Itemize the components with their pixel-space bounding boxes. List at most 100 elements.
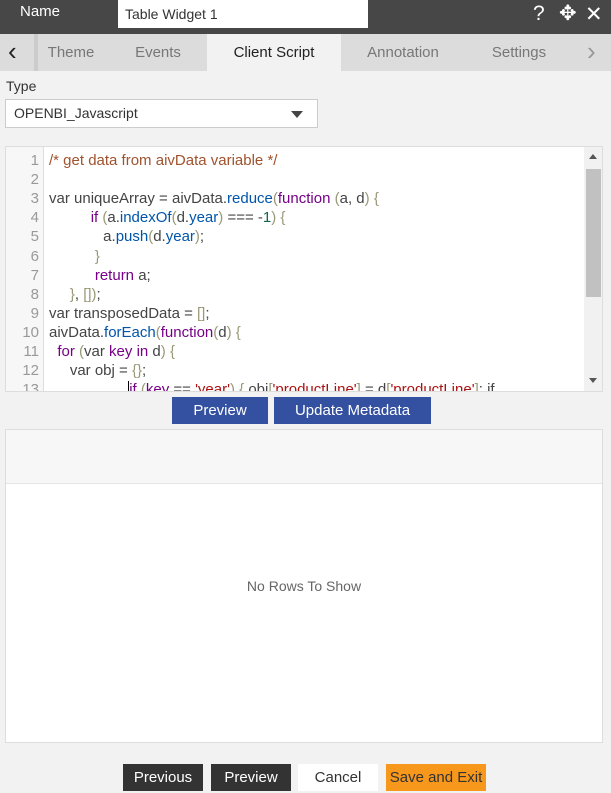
- type-label: Type: [6, 78, 37, 94]
- save-and-exit-button[interactable]: Save and Exit: [386, 764, 486, 791]
- scrollbar-thumb[interactable]: [586, 169, 601, 297]
- code-token: var uniqueArray = aivData.: [49, 190, 228, 208]
- code-token: {: [373, 190, 379, 208]
- cancel-button[interactable]: Cancel: [298, 764, 378, 791]
- line-number: 8: [30, 285, 39, 303]
- type-select[interactable]: OPENBI_Javascript: [5, 99, 318, 128]
- code-token: /* get data from aivData variable */: [49, 152, 278, 169]
- tab-annotation[interactable]: Annotation: [341, 34, 465, 71]
- code-token: a;: [134, 266, 151, 284]
- code-token: for: [57, 343, 75, 360]
- code-token: a, d: [339, 190, 365, 208]
- line-number: 5: [30, 228, 39, 246]
- code-token: (: [136, 381, 146, 392]
- code-token: in: [136, 343, 149, 360]
- tab-bar: ‹ Theme Events Client Script Annotation …: [0, 34, 611, 71]
- line-number: 3: [30, 190, 39, 208]
- preview-grid: No Rows To Show: [5, 429, 603, 743]
- code-token: (: [98, 209, 108, 227]
- code-token: a.: [49, 228, 116, 246]
- code-token: function: [160, 323, 214, 341]
- code-token: if: [129, 381, 137, 392]
- code-token: []: [83, 285, 92, 303]
- code-token: {: [235, 323, 241, 341]
- update-metadata-button[interactable]: Update Metadata: [274, 397, 431, 424]
- code-token: ;: [205, 304, 210, 322]
- line-number: 10: [22, 323, 39, 341]
- code-line: var uniqueArray = aivData.reduce (functio…: [49, 189, 379, 208]
- code-line: if (a.indexOf(d.year) === -1) {: [49, 208, 286, 227]
- code-token: 'year': [195, 381, 230, 392]
- code-editor[interactable]: 1 2 3 4 5 6 7 8 9 10 11 12 13 /* get data from aivDa…: [5, 146, 603, 392]
- line-number: 11: [23, 343, 39, 360]
- code-token: return: [94, 266, 135, 284]
- code-token: 'productLine': [390, 381, 475, 392]
- code-line: /* get data from aivData variable */: [49, 151, 277, 170]
- code-line: a.push(d.year);: [49, 227, 204, 246]
- tab-events[interactable]: Events: [108, 34, 208, 71]
- caret-down-icon: [291, 111, 303, 118]
- code-token: 1: [262, 209, 272, 227]
- code-token: var transposedData =: [49, 304, 198, 322]
- chevron-right-icon[interactable]: ›: [587, 34, 596, 71]
- line-number: 7: [30, 266, 39, 284]
- tab-client-script[interactable]: Client Script: [207, 34, 341, 71]
- code-line: for (var key in d) {: [49, 342, 175, 361]
- tab-settings[interactable]: Settings: [465, 34, 573, 71]
- code-token: reduce: [227, 190, 273, 208]
- code-token: indexOf: [119, 209, 172, 227]
- code-token: year: [165, 228, 195, 246]
- code-token: {}: [131, 362, 142, 380]
- code-token: ; if: [478, 381, 495, 392]
- code-line: }, []);: [49, 285, 101, 304]
- tab-theme[interactable]: Theme: [34, 34, 104, 71]
- line-number: 12: [22, 362, 39, 380]
- code-token: forEach: [104, 323, 156, 341]
- code-token: obj: [244, 381, 269, 392]
- preview-footer-button[interactable]: Preview: [211, 764, 291, 791]
- code-token: 'productLine': [272, 381, 357, 392]
- scroll-up-icon[interactable]: [589, 154, 597, 159]
- help-icon[interactable]: ?: [533, 2, 545, 26]
- code-token: ;: [199, 228, 205, 246]
- code-token: {: [169, 343, 175, 360]
- code-token: key: [109, 343, 133, 360]
- line-number: 6: [30, 247, 39, 265]
- code-token: ;: [142, 362, 147, 380]
- code-token: aivData.: [49, 323, 105, 341]
- line-number: 4: [30, 209, 39, 227]
- widget-name-input[interactable]: [118, 0, 368, 28]
- close-icon[interactable]: ✕: [585, 2, 603, 27]
- line-number: 13: [22, 381, 39, 392]
- code-token: (: [74, 343, 85, 360]
- code-token: var obj =: [49, 362, 132, 380]
- code-token: (: [330, 190, 340, 208]
- type-select-value: OPENBI_Javascript: [14, 105, 138, 121]
- code-line: if (key == 'year') { obj['productLine'] …: [49, 380, 495, 392]
- dialog-header: Name ? ✥ ✕: [0, 0, 611, 34]
- move-icon[interactable]: ✥: [559, 1, 577, 26]
- name-label: Name: [20, 3, 61, 20]
- line-number-gutter: 1 2 3 4 5 6 7 8 9 10 11 12 13: [6, 147, 44, 391]
- line-number: 2: [30, 171, 39, 189]
- code-token: a.: [107, 209, 120, 227]
- preview-button[interactable]: Preview: [172, 397, 268, 424]
- code-token: d: [148, 343, 161, 360]
- code-token: d.: [176, 209, 190, 227]
- scroll-down-icon[interactable]: [589, 378, 597, 383]
- code-line: return a;: [49, 266, 151, 285]
- editor-scrollbar[interactable]: [584, 147, 602, 391]
- previous-button[interactable]: Previous: [123, 764, 203, 791]
- code-token: key: [145, 381, 170, 392]
- code-token: push: [115, 228, 149, 246]
- chevron-left-icon[interactable]: ‹: [8, 34, 17, 71]
- code-token: }: [94, 247, 100, 265]
- code-token: d.: [153, 228, 166, 246]
- code-token: ,: [74, 285, 84, 303]
- line-number: 1: [30, 152, 39, 169]
